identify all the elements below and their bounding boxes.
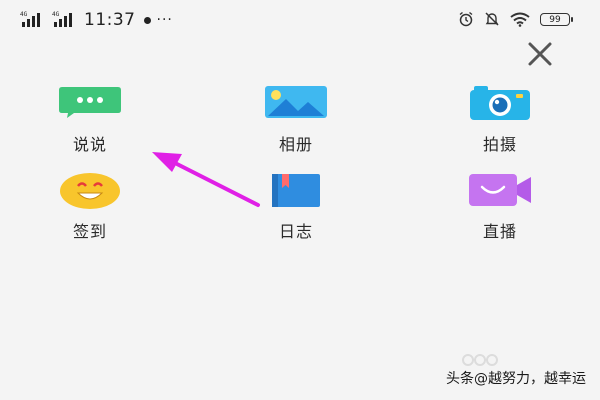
cell-signal-icon: 4G — [20, 11, 46, 27]
clock: 11:37 — [84, 10, 136, 30]
battery-level: 99 — [549, 14, 561, 25]
mute-icon — [485, 12, 499, 26]
video-camera-icon — [469, 174, 531, 206]
notification-dot-icon — [143, 16, 151, 24]
checkin-label: 签到 — [72, 222, 107, 241]
album-label: 相册 — [278, 135, 313, 154]
book-icon — [272, 174, 320, 207]
close-button[interactable] — [524, 38, 556, 70]
watermark-logo — [462, 354, 498, 366]
cell-signal-icon: 4G — [52, 11, 78, 27]
battery-icon: 99 — [540, 12, 573, 26]
photo-album-icon — [265, 86, 327, 118]
album-button[interactable]: 相册 — [241, 85, 351, 165]
chat-bubble-icon — [59, 87, 121, 118]
more-notifications-indicator: ··· — [156, 12, 173, 28]
shuoshuo-label: 说说 — [72, 135, 107, 154]
checkin-button[interactable]: 签到 — [35, 172, 145, 252]
wifi-icon — [510, 12, 530, 27]
close-icon — [528, 42, 552, 66]
status-right: 99 — [458, 11, 573, 27]
smiley-icon — [60, 173, 120, 209]
camera-icon — [470, 86, 530, 120]
diary-button[interactable]: 日志 — [241, 172, 351, 252]
live-label: 直播 — [482, 222, 517, 241]
live-button[interactable]: 直播 — [445, 172, 555, 252]
status-bar: 4G 4G 11:37 ··· 99 — [0, 0, 600, 36]
shoot-label: 拍摄 — [482, 135, 517, 154]
footer-credit: 头条@越努力，越幸运 — [446, 371, 586, 387]
shoot-button[interactable]: 拍摄 — [445, 85, 555, 165]
diary-label: 日志 — [278, 222, 313, 241]
shuoshuo-button[interactable]: 说说 — [35, 85, 145, 165]
alarm-icon — [459, 11, 473, 27]
status-left: 4G 4G 11:37 ··· — [20, 10, 173, 30]
